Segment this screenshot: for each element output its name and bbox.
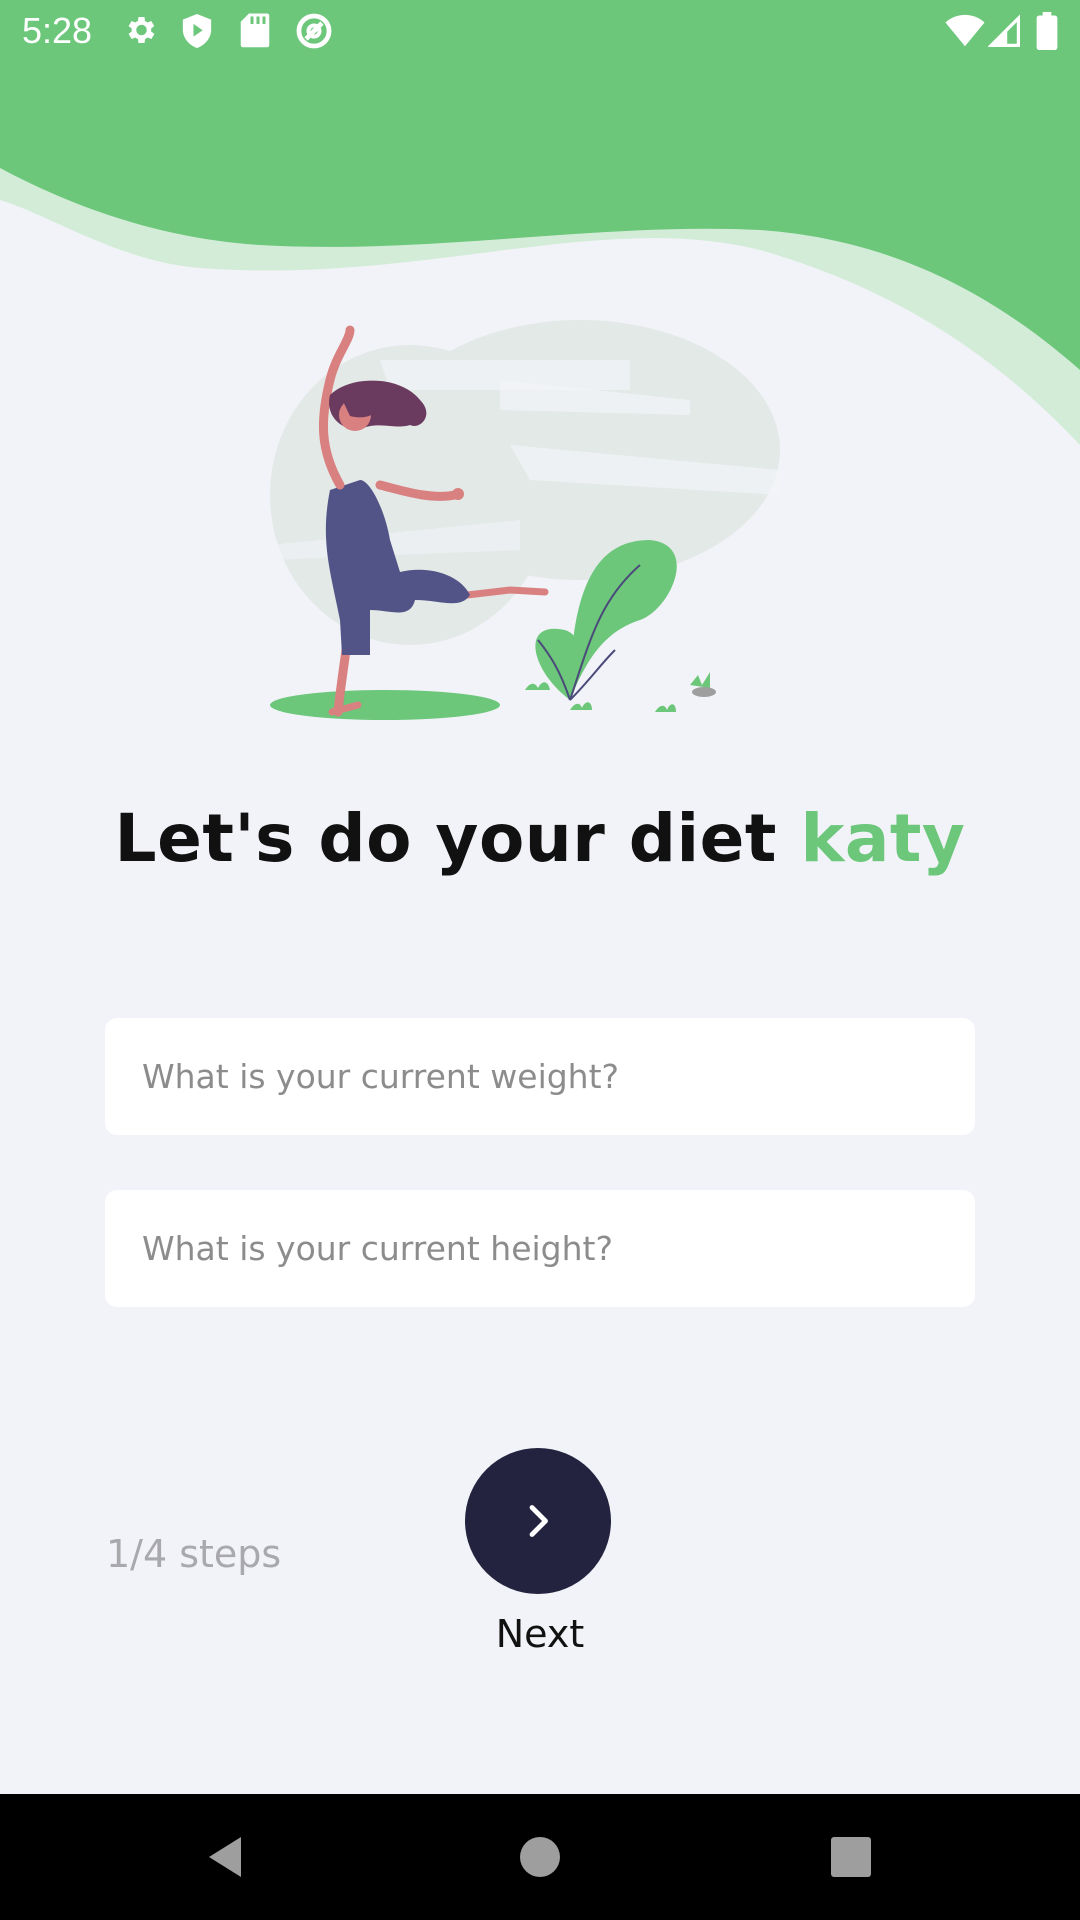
nav-back-button[interactable] bbox=[155, 1794, 295, 1920]
steps-indicator: 1/4 steps bbox=[106, 1532, 282, 1576]
system-nav-bar bbox=[0, 1794, 1080, 1920]
nav-recents-button[interactable] bbox=[781, 1794, 921, 1920]
status-time: 5:28 bbox=[22, 10, 93, 51]
chevron-right-icon bbox=[529, 1505, 548, 1537]
height-input[interactable] bbox=[105, 1190, 975, 1307]
weight-field[interactable] bbox=[105, 1018, 975, 1135]
height-field[interactable] bbox=[105, 1190, 975, 1307]
wifi-icon bbox=[945, 14, 985, 47]
greeting-heading: Let's do your diet katy bbox=[0, 800, 1080, 877]
recents-square-icon bbox=[831, 1837, 871, 1877]
battery-icon bbox=[1036, 12, 1058, 50]
back-triangle-icon bbox=[209, 1837, 241, 1877]
dancing-woman-illustration bbox=[270, 320, 780, 720]
cell-signal-icon bbox=[988, 14, 1020, 47]
weight-input[interactable] bbox=[105, 1018, 975, 1135]
greeting-username: katy bbox=[800, 800, 966, 877]
home-circle-icon bbox=[520, 1837, 560, 1877]
next-button[interactable] bbox=[465, 1448, 611, 1594]
nav-home-button[interactable] bbox=[470, 1794, 610, 1920]
gear-icon bbox=[128, 16, 155, 44]
at-sign-icon bbox=[296, 13, 332, 49]
status-bar: 5:28 bbox=[0, 0, 1080, 63]
sd-card-icon bbox=[240, 13, 270, 48]
shield-play-icon bbox=[182, 14, 212, 48]
greeting-prefix: Let's do your diet bbox=[114, 800, 801, 877]
next-label: Next bbox=[495, 1612, 585, 1656]
